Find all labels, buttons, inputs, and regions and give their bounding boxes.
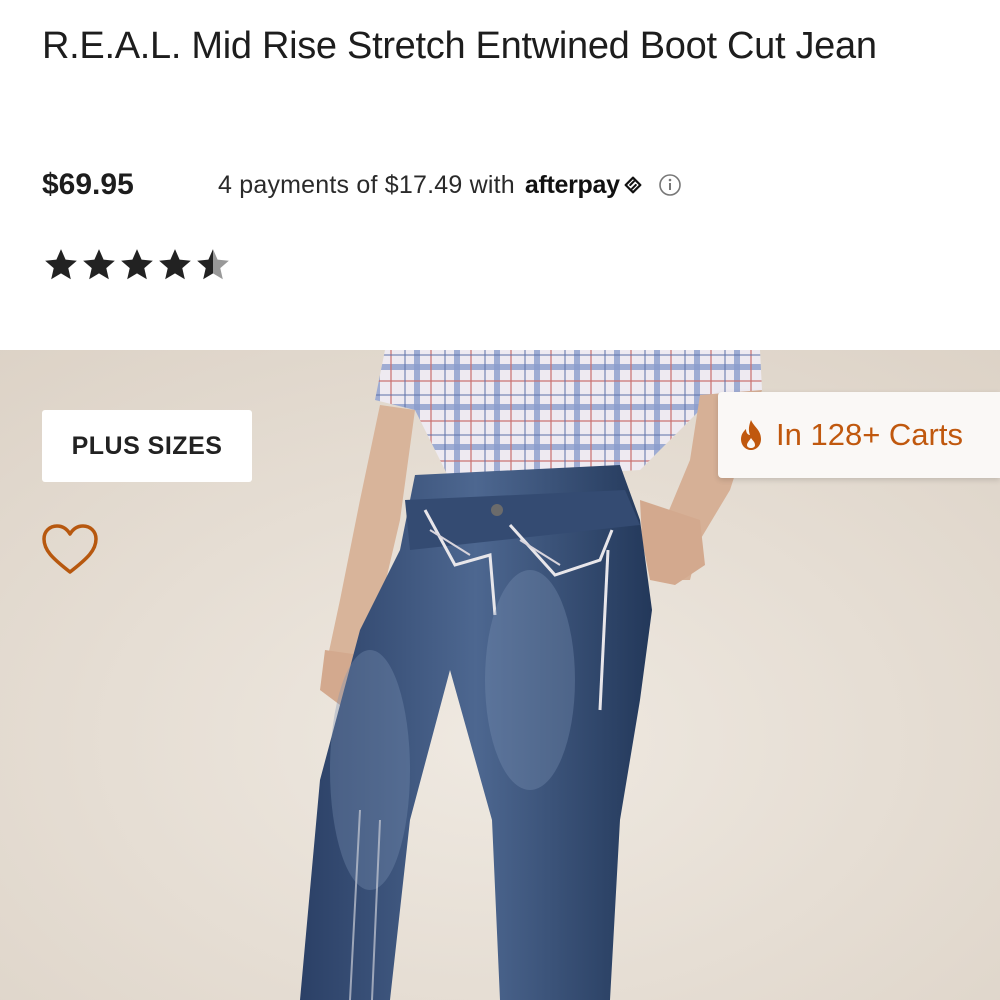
product-title: R.E.A.L. Mid Rise Stretch Entwined Boot … xyxy=(42,25,877,67)
half-star-icon xyxy=(197,249,229,280)
plus-sizes-badge: PLUS SIZES xyxy=(42,410,252,482)
price-row: $69.95 4 payments of $17.49 with afterpa… xyxy=(42,163,682,207)
star-icon xyxy=(45,249,77,280)
afterpay-brand: afterpay xyxy=(524,170,620,199)
afterpay-arrows-icon xyxy=(624,176,642,194)
flame-icon xyxy=(741,420,761,450)
installment-text: 4 payments of $17.49 with xyxy=(218,170,515,199)
star-icon xyxy=(121,249,153,280)
product-price: $69.95 xyxy=(42,168,134,201)
star-icon xyxy=(159,249,191,280)
star-rating[interactable] xyxy=(42,246,232,284)
info-icon[interactable] xyxy=(658,173,682,197)
heart-icon[interactable] xyxy=(40,522,100,578)
in-carts-text: In 128+ Carts xyxy=(776,417,963,452)
in-carts-badge: In 128+ Carts xyxy=(718,392,1000,478)
afterpay-logo: afterpay xyxy=(525,171,644,200)
star-icon xyxy=(83,249,115,280)
